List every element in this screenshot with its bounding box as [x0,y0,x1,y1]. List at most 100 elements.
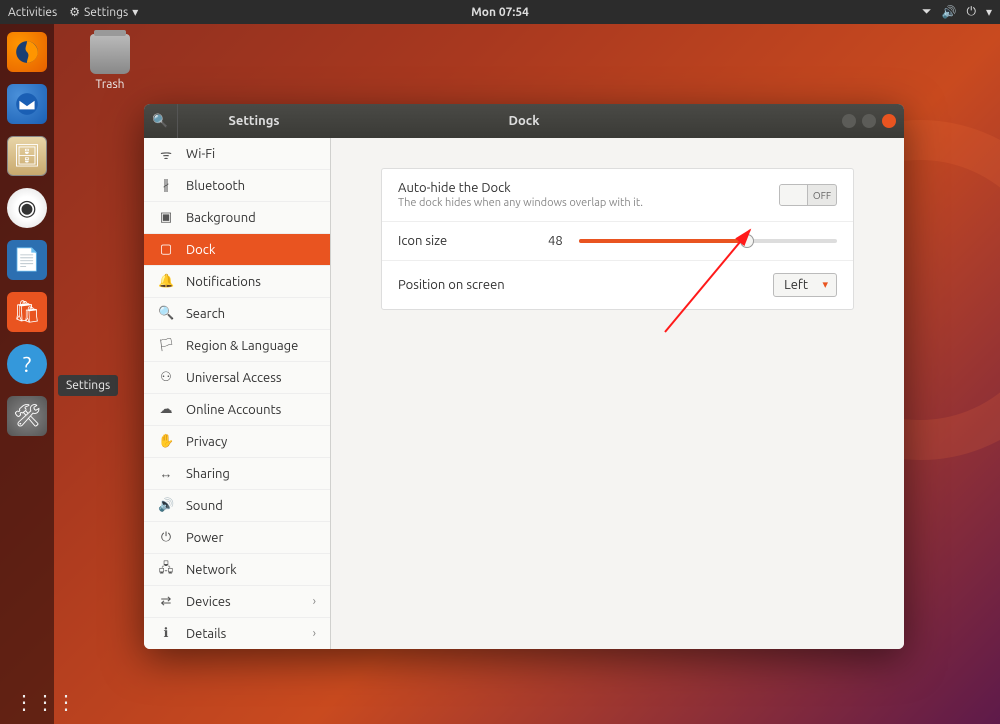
sidebar-item-region-language[interactable]: 🏳 Region & Language [144,330,330,362]
autohide-label: Auto-hide the Dock [398,181,779,195]
sharing-icon: ↔ [158,466,174,481]
switch-knob [780,185,808,205]
bluetooth-icon: ∦ [158,178,174,193]
sidebar-item-label: Online Accounts [186,403,281,417]
dock-panel: Auto-hide the Dock The dock hides when a… [381,168,854,310]
sidebar-item-label: Wi-Fi [186,147,215,161]
sidebar-item-devices[interactable]: ⇄ Devices › [144,586,330,618]
sidebar-item-sharing[interactable]: ↔ Sharing [144,458,330,490]
sidebar-item-power[interactable]: ⏻Power [144,522,330,554]
sidebar-item-label: Bluetooth [186,179,245,193]
dock-files[interactable]: 🗄 [7,136,47,176]
desktop-trash[interactable]: Trash [80,34,140,91]
dock-tooltip: Settings [58,375,118,396]
slider-thumb[interactable] [740,234,754,248]
search-button[interactable]: 🔍 [144,104,178,138]
dock-firefox[interactable] [7,32,47,72]
access-icon: ⚇ [158,370,174,385]
region-icon: 🏳 [158,338,174,353]
app-menu[interactable]: ⚙ Settings ▾ [69,5,138,19]
sidebar-item-online-accounts[interactable]: ☁ Online Accounts [144,394,330,426]
sidebar-item-background[interactable]: ▣ Background [144,202,330,234]
sidebar-item-label: Power [186,531,223,545]
notifications-icon: 🔔 [158,274,174,289]
sidebar-item-privacy[interactable]: ✋ Privacy [144,426,330,458]
settings-window: 🔍 Settings Dock ᯤ Wi-Fi ∦ Bluetooth ▣ Backgro… [144,104,904,649]
sidebar-item-dock[interactable]: ▢ Dock [144,234,330,266]
sidebar-item-label: Region & Language [186,339,298,353]
dock: 🗄 ◉ 📄 🛍 ? 🛠 [0,24,54,724]
chevron-right-icon: › [313,627,316,640]
autohide-row: Auto-hide the Dock The dock hides when a… [382,169,853,222]
sidebar-item-label: Search [186,307,225,321]
sidebar-item-bluetooth[interactable]: ∦ Bluetooth [144,170,330,202]
minimize-button[interactable] [842,114,856,128]
slider-fill [579,239,747,243]
activities-button[interactable]: Activities [8,6,57,19]
chevron-down-icon[interactable]: ▾ [986,5,992,19]
background-icon: ▣ [158,210,174,225]
sidebar-title: Settings [178,114,330,128]
app-menu-label: Settings [84,6,128,19]
settings-content: Auto-hide the Dock The dock hides when a… [331,138,904,649]
wifi-icon: ᯤ [158,145,174,163]
top-panel: Activities ⚙ Settings ▾ Mon 07:54 ⏷ 🔊 ⏻ … [0,0,1000,24]
details-icon: ℹ [158,626,174,641]
volume-icon[interactable]: 🔊 [942,5,957,19]
sound-icon: 🔊 [158,498,174,513]
clock[interactable]: Mon 07:54 [471,6,529,19]
dock-settings[interactable]: 🛠 [7,396,47,436]
show-applications-button[interactable]: ⋮⋮⋮ [14,690,77,714]
dock-libreoffice-writer[interactable]: 📄 [7,240,47,280]
accounts-icon: ☁ [158,402,174,417]
search-icon: 🔍 [158,306,174,321]
dock-thunderbird[interactable] [7,84,47,124]
trash-icon [90,34,130,74]
autohide-desc: The dock hides when any windows overlap … [398,197,779,209]
titlebar[interactable]: 🔍 Settings Dock [144,104,904,138]
privacy-icon: ✋ [158,434,174,449]
sidebar-item-label: Sound [186,499,223,513]
dock-help[interactable]: ? [7,344,47,384]
network-icon: 🖧 [158,559,174,581]
sidebar-item-label: Details [186,627,226,641]
sidebar-item-label: Dock [186,243,215,257]
position-row: Position on screen Left [382,261,853,309]
sidebar-item-sound[interactable]: 🔊 Sound [144,490,330,522]
network-icon[interactable]: ⏷ [922,5,932,19]
gear-icon: ⚙ [69,5,80,19]
sidebar-item-label: Notifications [186,275,261,289]
sidebar-item-label: Sharing [186,467,230,481]
close-button[interactable] [882,114,896,128]
sidebar-item-wi-fi[interactable]: ᯤ Wi-Fi [144,138,330,170]
sidebar-item-universal-access[interactable]: ⚇ Universal Access [144,362,330,394]
sidebar-item-network[interactable]: 🖧 Network [144,554,330,586]
sidebar-item-details[interactable]: ℹ Details › [144,618,330,649]
iconsize-slider[interactable] [579,239,837,243]
window-title: Dock [509,114,540,128]
chevron-right-icon: › [313,595,316,608]
devices-icon: ⇄ [158,594,174,609]
switch-label: OFF [808,190,836,201]
autohide-switch[interactable]: OFF [779,184,837,206]
power-icon[interactable]: ⏻ [966,5,976,19]
sidebar-item-label: Privacy [186,435,227,449]
sidebar-item-search[interactable]: 🔍 Search [144,298,330,330]
sidebar-item-label: Devices [186,595,231,609]
dock-icon: ▢ [158,242,174,257]
position-label: Position on screen [398,278,505,292]
sidebar-item-label: Network [186,563,237,577]
sidebar-item-label: Universal Access [186,371,281,385]
chevron-down-icon: ▾ [132,5,138,19]
iconsize-value: 48 [548,234,563,248]
dock-rhythmbox[interactable]: ◉ [7,188,47,228]
maximize-button[interactable] [862,114,876,128]
sidebar-item-notifications[interactable]: 🔔 Notifications [144,266,330,298]
iconsize-row: Icon size 48 [382,222,853,261]
iconsize-label: Icon size [398,234,548,248]
position-dropdown[interactable]: Left [773,273,837,297]
settings-sidebar: ᯤ Wi-Fi ∦ Bluetooth ▣ Background ▢ Dock 🔔 Notific… [144,138,331,649]
sidebar-item-label: Background [186,211,256,225]
trash-label: Trash [80,78,140,91]
dock-ubuntu-software[interactable]: 🛍 [7,292,47,332]
